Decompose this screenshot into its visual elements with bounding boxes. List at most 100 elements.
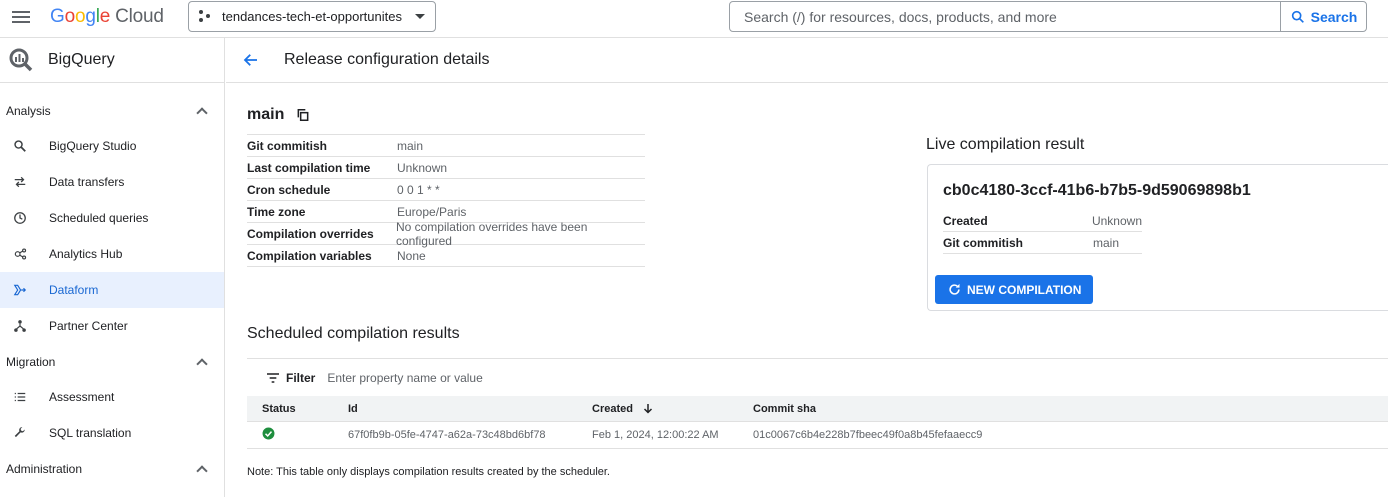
detail-row: Cron schedule 0 0 1 * *	[247, 179, 645, 201]
wrench-icon	[12, 425, 28, 441]
live-details: Created Unknown Git commitish main	[943, 210, 1142, 254]
project-name: tendances-tech-et-opportunites	[222, 9, 402, 24]
detail-row: Last compilation time Unknown	[247, 157, 645, 179]
detail-value: Unknown	[397, 160, 448, 175]
section-label: Administration	[6, 461, 83, 476]
page-header: Release configuration details	[226, 38, 1388, 83]
scheduler-note: Note: This table only displays compilati…	[247, 466, 610, 478]
hub-icon	[12, 246, 28, 262]
section-administration[interactable]: Administration	[0, 451, 224, 486]
sidebar-item-label: SQL translation	[49, 426, 132, 440]
column-status[interactable]: Status	[247, 403, 348, 415]
detail-key: Compilation overrides	[247, 226, 374, 241]
column-id[interactable]: Id	[348, 403, 592, 415]
detail-value: main	[1093, 235, 1120, 250]
detail-value: 0 0 1 * *	[397, 182, 440, 197]
logo-letter: G	[50, 6, 65, 27]
section-label: Migration	[6, 354, 56, 369]
top-bar: Google Cloud tendances-tech-et-opportunit…	[0, 0, 1388, 38]
section-migration[interactable]: Migration	[0, 344, 224, 379]
id-cell[interactable]: 67f0fb9b-05fe-4747-a62a-73c48bd6bf78	[348, 429, 592, 441]
detail-key: Last compilation time	[247, 160, 371, 175]
release-config-name: main	[247, 106, 310, 124]
sidebar-item-sql-translation[interactable]: SQL translation	[0, 415, 224, 451]
detail-key: Cron schedule	[247, 182, 331, 197]
filter-input[interactable]	[327, 370, 628, 385]
scheduled-results-title: Scheduled compilation results	[247, 325, 460, 342]
column-created-label: Created	[592, 402, 633, 415]
product-name: BigQuery	[48, 51, 115, 68]
sidebar-item-assessment[interactable]: Assessment	[0, 379, 224, 415]
partner-network-icon	[12, 318, 28, 334]
search-input[interactable]	[730, 2, 1280, 31]
logo-letter: e	[99, 6, 111, 27]
chevron-up-icon	[196, 357, 208, 370]
created-cell: Feb 1, 2024, 12:00:22 AM	[592, 429, 719, 441]
project-picker[interactable]: tendances-tech-et-opportunites	[188, 1, 436, 32]
detail-row: Git commitish main	[943, 232, 1142, 254]
detail-row: Git commitish main	[247, 135, 645, 157]
swap-arrows-icon	[12, 174, 28, 190]
logo-cloud-text: Cloud	[115, 6, 164, 27]
detail-row: Compilation variables None	[247, 245, 645, 267]
config-name-text: main	[247, 106, 285, 123]
page-title: Release configuration details	[284, 51, 490, 68]
clock-icon	[12, 210, 28, 226]
detail-value: None	[397, 248, 426, 263]
filter-label: Filter	[286, 370, 316, 385]
detail-key: Time zone	[247, 204, 306, 219]
detail-key: Compilation variables	[247, 248, 372, 263]
search-icon	[1291, 10, 1304, 23]
detail-key: Git commitish	[247, 138, 328, 153]
detail-value: No compilation overrides have been confi…	[395, 219, 588, 248]
sidebar-item-partner-center[interactable]: Partner Center	[0, 308, 224, 344]
column-created[interactable]: Created	[592, 402, 753, 415]
detail-value: Unknown	[1091, 213, 1142, 228]
sidebar-item-label: Dataform	[49, 283, 99, 297]
sidebar-item-analytics-hub[interactable]: Analytics Hub	[0, 236, 224, 272]
sidebar-item-label: Analytics Hub	[49, 247, 123, 261]
sidebar-item-data-transfers[interactable]: Data transfers	[0, 164, 224, 200]
new-compilation-button[interactable]: NEW COMPILATION	[935, 275, 1094, 304]
success-check-icon	[262, 427, 275, 440]
sidebar-item-label: Partner Center	[49, 319, 128, 333]
dataform-icon	[12, 282, 28, 298]
search-button[interactable]: Search	[1280, 2, 1366, 31]
filter-bar: Filter	[247, 358, 1388, 396]
column-commit-sha[interactable]: Commit sha	[753, 403, 1388, 415]
table-row[interactable]: 67f0fb9b-05fe-4747-a62a-73c48bd6bf78 Feb…	[247, 422, 1388, 449]
sidebar-item-scheduled-queries[interactable]: Scheduled queries	[0, 200, 224, 236]
product-header[interactable]: BigQuery	[0, 38, 224, 83]
detail-key: Git commitish	[943, 235, 1024, 250]
refresh-icon	[949, 283, 960, 295]
chevron-up-icon	[196, 464, 208, 477]
detail-value: Europe/Paris	[397, 204, 467, 219]
section-analysis[interactable]: Analysis	[0, 93, 224, 128]
filter-button[interactable]: Filter	[265, 370, 315, 386]
sidebar-item-label: Assessment	[49, 390, 115, 404]
sidebar-item-label: Data transfers	[49, 175, 125, 189]
google-cloud-logo[interactable]: Google Cloud	[50, 6, 164, 28]
logo-letter: g	[85, 6, 96, 27]
search-icon	[12, 138, 28, 154]
menu-icon[interactable]	[12, 8, 34, 28]
chevron-up-icon	[196, 106, 208, 119]
copy-icon[interactable]	[296, 108, 310, 122]
back-arrow-icon[interactable]	[242, 51, 260, 69]
compilation-hash: cb0c4180-3ccf-41b6-b7b5-9d59069898b1	[943, 182, 1251, 199]
filter-icon	[267, 372, 279, 383]
list-icon	[12, 389, 28, 405]
detail-key: Created	[943, 213, 988, 228]
commit-sha-cell: 01c0067c6b4e228b7fbeec49f0a8b45fefaaecc9	[753, 429, 983, 441]
new-compilation-label: NEW COMPILATION	[967, 282, 1082, 297]
logo-letter: o	[64, 6, 76, 27]
detail-row: Created Unknown	[943, 210, 1142, 232]
status-cell	[247, 427, 348, 443]
sidebar-item-bigquery-studio[interactable]: BigQuery Studio	[0, 128, 224, 164]
sort-descending-icon[interactable]	[642, 402, 654, 415]
sidebar-item-dataform[interactable]: Dataform	[0, 272, 224, 308]
live-compilation-title: Live compilation result	[926, 136, 1085, 153]
table-header: Status Id Created Commit sha	[247, 396, 1388, 422]
section-label: Analysis	[6, 103, 51, 118]
dropdown-caret-icon	[415, 14, 425, 19]
